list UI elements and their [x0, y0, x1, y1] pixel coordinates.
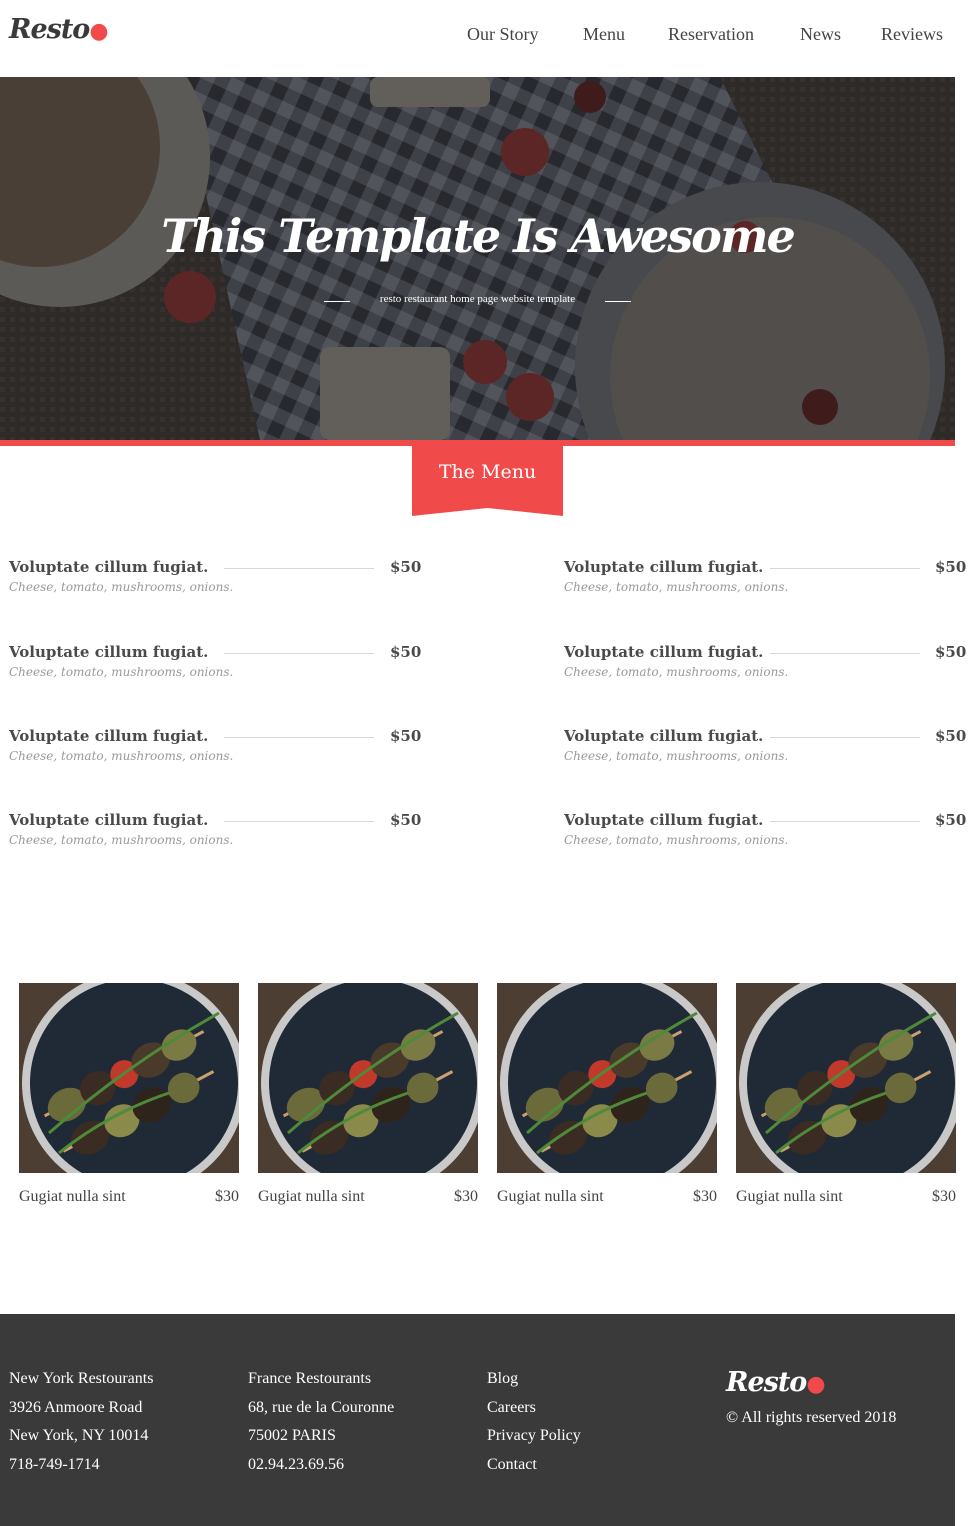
menu-item-price: $50 [935, 811, 967, 829]
footer-newyork-city: New York, NY 10014 [9, 1427, 149, 1444]
menu-item-price: $50 [935, 558, 967, 576]
footer-col-newyork: New York Restourants 3926 Anmoore Road N… [9, 1370, 153, 1484]
dish-image[interactable] [497, 983, 717, 1173]
menu-item-leader [770, 568, 920, 569]
dish-name: Gugiat nulla sint [736, 1188, 843, 1205]
nav-menu[interactable]: Menu [583, 24, 625, 45]
dish-card[interactable]: Gugiat nulla sint $30 [497, 983, 717, 1213]
menu-item-price: $50 [390, 558, 422, 576]
menu-item: Voluptate cillum fugiat. $50 Cheese, tomat… [564, 558, 975, 608]
footer-link-contact[interactable]: Contact [487, 1456, 581, 1485]
footer-link-blog[interactable]: Blog [487, 1370, 581, 1399]
menu-item: Voluptate cillum fugiat. $50 Cheese, tomat… [564, 727, 975, 777]
dish-price: $30 [454, 1188, 478, 1205]
dish-price: $30 [932, 1188, 956, 1205]
footer-newyork-street: 3926 Anmoore Road [9, 1398, 143, 1416]
menu-item: Voluptate cillum fugiat. $50 Cheese, tomat… [9, 643, 430, 693]
footer-col-france: France Restourants 68, rue de la Couronn… [248, 1370, 394, 1484]
menu-item-description: Cheese, tomato, mushrooms, onions. [9, 665, 234, 679]
menu-item: Voluptate cillum fugiat. $50 Cheese, tomat… [564, 811, 975, 861]
dish-photo [736, 983, 956, 1173]
menu-item-leader [224, 821, 374, 822]
dish-name: Gugiat nulla sint [497, 1188, 604, 1205]
dish-name: Gugiat nulla sint [258, 1188, 365, 1205]
menu-item: Voluptate cillum fugiat. $50 Cheese, tomat… [9, 727, 430, 777]
footer-newyork-phone[interactable]: 718-749-1714 [9, 1456, 153, 1485]
site-footer: New York Restourants 3926 Anmoore Road N… [0, 1314, 955, 1526]
menu-item-name: Voluptate cillum fugiat. [9, 811, 209, 829]
footer-logo[interactable]: Resto● [726, 1367, 826, 1398]
dish-image[interactable] [19, 983, 239, 1173]
dish-photo [497, 983, 717, 1173]
dish-name: Gugiat nulla sint [19, 1188, 126, 1205]
menu-item-name: Voluptate cillum fugiat. [564, 727, 764, 745]
menu-item-leader [224, 737, 374, 738]
hero-banner: This Template Is Awesome resto restauran… [0, 77, 955, 440]
dish-card[interactable]: Gugiat nulla sint $30 [19, 983, 239, 1213]
menu-item-leader [224, 653, 374, 654]
menu-item-price: $50 [390, 727, 422, 745]
copyright: © All rights reserved 2018 [726, 1409, 897, 1426]
menu-item-leader [770, 653, 920, 654]
dish-price: $30 [693, 1188, 717, 1205]
menu-item-description: Cheese, tomato, mushrooms, onions. [564, 580, 789, 594]
nav-our-story[interactable]: Our Story [467, 24, 539, 45]
nav-reviews[interactable]: Reviews [881, 24, 943, 45]
menu-item-description: Cheese, tomato, mushrooms, onions. [564, 833, 789, 847]
menu-section-title: The Menu [438, 461, 537, 483]
menu-item-name: Voluptate cillum fugiat. [9, 643, 209, 661]
main-nav: Our Story Menu Reservation News Reviews [0, 24, 975, 54]
hero-subtitle: resto restaurant home page website templ… [379, 293, 576, 305]
footer-col-links: Blog Careers Privacy Policy Contact [487, 1370, 581, 1484]
hero-divider-right [605, 301, 631, 302]
dish-photo [258, 983, 478, 1173]
menu-section-ribbon: The Menu [412, 446, 563, 516]
menu-item-price: $50 [935, 643, 967, 661]
menu-item-name: Voluptate cillum fugiat. [564, 558, 764, 576]
menu-item-name: Voluptate cillum fugiat. [9, 727, 209, 745]
dish-card[interactable]: Gugiat nulla sint $30 [258, 983, 478, 1213]
site-header: Resto● Our Story Menu Reservation News R… [0, 0, 975, 77]
dish-image[interactable] [736, 983, 956, 1173]
menu-item-name: Voluptate cillum fugiat. [9, 558, 209, 576]
menu-item-price: $50 [390, 811, 422, 829]
menu-item-leader [224, 568, 374, 569]
menu-item: Voluptate cillum fugiat. $50 Cheese, tomat… [9, 558, 430, 608]
hero-title: This Template Is Awesome [161, 209, 796, 263]
dish-price: $30 [215, 1188, 239, 1205]
menu-item-price: $50 [390, 643, 422, 661]
footer-france-phone[interactable]: 02.94.23.69.56 [248, 1456, 394, 1485]
footer-france-street: 68, rue de la Couronne [248, 1398, 395, 1416]
dish-image[interactable] [258, 983, 478, 1173]
menu-item: Voluptate cillum fugiat. $50 Cheese, tomat… [9, 811, 430, 861]
footer-link-privacy[interactable]: Privacy Policy [487, 1427, 581, 1456]
dish-photo [19, 983, 239, 1173]
nav-news[interactable]: News [800, 24, 841, 45]
menu-item-description: Cheese, tomato, mushrooms, onions. [9, 749, 234, 763]
menu-item-leader [770, 821, 920, 822]
menu-item-description: Cheese, tomato, mushrooms, onions. [564, 665, 789, 679]
menu-item-name: Voluptate cillum fugiat. [564, 643, 764, 661]
footer-link-careers[interactable]: Careers [487, 1399, 581, 1428]
footer-france-heading: France Restourants [248, 1370, 372, 1387]
menu-item: Voluptate cillum fugiat. $50 Cheese, tomat… [564, 643, 975, 693]
menu-item-price: $50 [935, 727, 967, 745]
footer-france-city: 75002 PARIS [248, 1427, 336, 1444]
menu-item-description: Cheese, tomato, mushrooms, onions. [564, 749, 789, 763]
dish-card[interactable]: Gugiat nulla sint $30 [736, 983, 956, 1213]
footer-newyork-heading: New York Restourants [9, 1370, 154, 1387]
menu-item-description: Cheese, tomato, mushrooms, onions. [9, 580, 234, 594]
menu-item-leader [770, 737, 920, 738]
menu-item-name: Voluptate cillum fugiat. [564, 811, 764, 829]
menu-item-description: Cheese, tomato, mushrooms, onions. [9, 833, 234, 847]
nav-reservation[interactable]: Reservation [668, 24, 754, 45]
